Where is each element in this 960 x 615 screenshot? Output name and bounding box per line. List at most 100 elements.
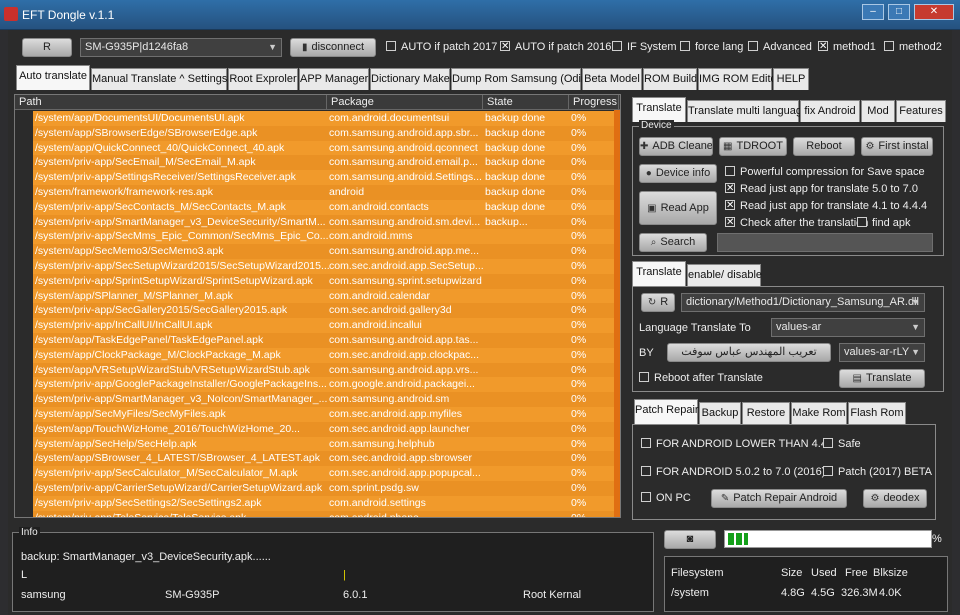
method1-check[interactable]: method1 bbox=[818, 39, 876, 55]
tab-manual-translate[interactable]: Manual Translate ^ Settings bbox=[91, 68, 227, 90]
translate-r-button[interactable]: ↻ R bbox=[641, 293, 675, 312]
table-row[interactable]: /system/app/TaskEdgePanel/TaskEdgePanel.… bbox=[33, 333, 618, 348]
tab-patch-repair[interactable]: Patch Repair bbox=[634, 399, 699, 424]
table-row[interactable]: /system/app/SBrowser_4_LATEST/SBrowser_4… bbox=[33, 451, 618, 467]
first-install-button[interactable]: ⚙ First instal bbox=[861, 137, 933, 156]
reboot-after-check[interactable]: Reboot after Translate bbox=[639, 371, 763, 386]
compression-check[interactable]: Powerful compression for Save space bbox=[725, 165, 925, 180]
checkbox[interactable] bbox=[884, 41, 894, 51]
table-row[interactable]: /system/priv-app/SecGallery2015/SecGalle… bbox=[33, 303, 618, 319]
r-button[interactable]: R bbox=[22, 38, 72, 57]
tab-enable-disable[interactable]: enable/ disable bbox=[687, 264, 762, 286]
tab-mod[interactable]: Mod bbox=[861, 100, 895, 122]
checkbox[interactable] bbox=[500, 39, 510, 54]
table-row[interactable]: /system/priv-app/SecMms_Epic_Common/SecM… bbox=[33, 229, 618, 245]
auto-patch-2016-check[interactable]: AUTO if patch 2016 bbox=[500, 39, 611, 55]
lower-44-check[interactable]: FOR ANDROID LOWER THAN 4.4 bbox=[641, 437, 827, 452]
table-row[interactable]: /system/priv-app/InCallUI/InCallUI.apk co… bbox=[33, 318, 618, 333]
read-4-check[interactable]: Read just app for translate 4.1 to 4.4.4 bbox=[725, 198, 927, 214]
checkbox[interactable] bbox=[823, 438, 833, 448]
minimize-button[interactable]: – bbox=[862, 4, 884, 20]
table-row[interactable]: /system/app/TouchWizHome_2016/TouchWizHo… bbox=[33, 421, 618, 437]
checkbox[interactable] bbox=[823, 466, 833, 476]
tab-rom-build[interactable]: ROM Build bbox=[643, 68, 697, 90]
table-row[interactable]: /system/priv-app/SmartManager_v3_DeviceS… bbox=[33, 214, 618, 230]
column-state[interactable]: State bbox=[483, 95, 569, 110]
checkbox[interactable] bbox=[725, 215, 735, 230]
tab-features[interactable]: Features bbox=[896, 100, 946, 122]
table-row[interactable]: /system/priv-app/GooglePackageInstaller/… bbox=[33, 377, 618, 393]
check-after-check[interactable]: Check after the translation bbox=[725, 215, 868, 231]
disconnect-button[interactable]: ▮ disconnect bbox=[290, 38, 376, 57]
tdroot-button[interactable]: ▦ TDROOT bbox=[719, 137, 787, 156]
search-button[interactable]: ⌕ Search bbox=[639, 233, 707, 252]
tab-help[interactable]: HELP bbox=[773, 68, 809, 90]
tab-make-rom[interactable]: Make Rom bbox=[791, 402, 847, 424]
tab-backup[interactable]: Backup bbox=[699, 402, 741, 424]
checkbox[interactable] bbox=[748, 41, 758, 51]
checkbox[interactable] bbox=[725, 198, 735, 213]
region-select[interactable]: values-ar-rLY ▼ bbox=[839, 343, 925, 362]
table-row[interactable]: /system/priv-app/SecSetupWizard2015/SecS… bbox=[33, 259, 618, 274]
table-row[interactable]: /system/priv-app/SecContacts_M/SecContac… bbox=[33, 199, 618, 215]
language-select[interactable]: values-ar ▼ bbox=[771, 318, 925, 337]
method2-check[interactable]: method2 bbox=[884, 40, 942, 55]
safe-check[interactable]: Safe bbox=[823, 437, 861, 452]
table-row[interactable]: /system/framework/framework-res.apk andro… bbox=[33, 185, 618, 200]
reboot-button[interactable]: Reboot bbox=[793, 137, 855, 156]
auto-patch-2017-check[interactable]: AUTO if patch 2017 bbox=[386, 40, 497, 55]
checkbox[interactable] bbox=[386, 41, 396, 51]
checkbox[interactable] bbox=[641, 438, 651, 448]
table-row[interactable]: /system/app/QuickConnect_40/QuickConnect… bbox=[33, 140, 618, 156]
table-row[interactable]: /system/priv-app/SprintSetupWizard/Sprin… bbox=[33, 273, 618, 289]
table-row[interactable]: /system/priv-app/SmartManager_v3_NoIcon/… bbox=[33, 392, 618, 407]
tab-translate[interactable]: Translate bbox=[632, 97, 686, 122]
tab-dump-rom[interactable]: Dump Rom Samsung (Odin) bbox=[451, 68, 591, 90]
screenshot-button[interactable]: ◙ bbox=[664, 530, 716, 549]
tab-fix-android[interactable]: fix Android bbox=[800, 100, 860, 122]
table-row[interactable]: /system/app/SecHelp/SecHelp.apk com.samsu… bbox=[33, 436, 618, 452]
tab-app-manager[interactable]: APP Manager bbox=[299, 68, 369, 90]
translate-button[interactable]: ▤ Translate bbox=[839, 369, 925, 388]
table-row[interactable]: /system/app/ClockPackage_M/ClockPackage_… bbox=[33, 347, 618, 363]
table-row[interactable]: /system/app/SPlanner_M/SPlanner_M.apk com… bbox=[33, 288, 618, 304]
tab-translate-multi[interactable]: Translate multi language bbox=[687, 100, 808, 122]
column-progress[interactable]: Progress bbox=[569, 95, 619, 110]
checkbox[interactable] bbox=[641, 492, 651, 502]
checkbox[interactable] bbox=[641, 466, 651, 476]
tab-img-rom-editor[interactable]: IMG ROM Editor bbox=[698, 68, 780, 90]
force-lang-check[interactable]: force lang bbox=[680, 40, 743, 55]
checkbox[interactable] bbox=[857, 217, 867, 227]
table-row[interactable]: /system/priv-app/SecSettings2/SecSetting… bbox=[33, 495, 618, 511]
tab-restore[interactable]: Restore bbox=[742, 402, 790, 424]
checkbox[interactable] bbox=[680, 41, 690, 51]
checkbox[interactable] bbox=[725, 181, 735, 196]
tab-flash-rom[interactable]: Flash Rom bbox=[848, 402, 906, 424]
device-info-button[interactable]: ● Device info bbox=[639, 164, 717, 183]
on-pc-check[interactable]: ON PC bbox=[641, 491, 691, 506]
table-scrollbar[interactable] bbox=[614, 110, 620, 517]
checkbox[interactable] bbox=[818, 39, 828, 54]
table-row[interactable]: /system/app/SecMemo3/SecMemo3.apk com.sam… bbox=[33, 244, 618, 259]
tab-dictionary-maker[interactable]: Dictionary Maker bbox=[370, 68, 454, 90]
maximize-button[interactable]: □ bbox=[888, 4, 910, 20]
table-row[interactable]: /system/app/SBrowserEdge/SBrowserEdge.ap… bbox=[33, 125, 618, 141]
if-system-check[interactable]: IF System bbox=[612, 40, 677, 55]
table-row[interactable]: /system/priv-app/CarrierSetupWizard/Carr… bbox=[33, 481, 618, 496]
checkbox[interactable] bbox=[639, 372, 649, 382]
search-input[interactable] bbox=[717, 233, 933, 252]
table-row[interactable]: /system/priv-app/SecEmail_M/SecEmail_M.a… bbox=[33, 155, 618, 171]
table-row[interactable]: /system/priv-app/TeleService/TeleService… bbox=[33, 510, 618, 517]
deodex-button[interactable]: ⚙ deodex bbox=[863, 489, 927, 508]
tab-auto-translate[interactable]: Auto translate bbox=[16, 65, 90, 90]
close-button[interactable]: ✕ bbox=[914, 4, 954, 20]
advanced-check[interactable]: Advanced bbox=[748, 40, 812, 55]
range-check[interactable]: FOR ANDROID 5.0.2 to 7.0 (2016) bbox=[641, 465, 825, 480]
checkbox[interactable] bbox=[725, 166, 735, 176]
read-5-7-check[interactable]: Read just app for translate 5.0 to 7.0 bbox=[725, 181, 918, 197]
find-apk-check[interactable]: find apk bbox=[857, 216, 911, 231]
tab-translate-sub[interactable]: Translate bbox=[632, 261, 686, 286]
table-row[interactable]: /system/priv-app/SecCalculator_M/SecCalc… bbox=[33, 466, 618, 481]
author-field[interactable]: تعريب المهندس عباس سوفت bbox=[667, 343, 831, 362]
table-row[interactable]: /system/app/SecMyFiles/SecMyFiles.apk com… bbox=[33, 407, 618, 422]
